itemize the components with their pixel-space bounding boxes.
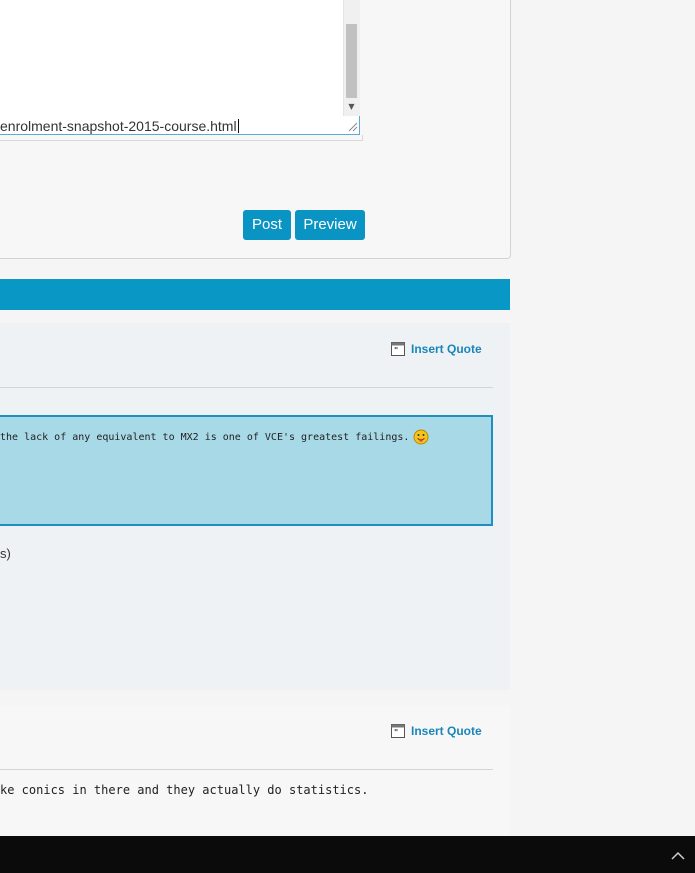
textarea-scrollbar-thumb[interactable] [346,24,357,98]
posts-header-bar [0,279,510,310]
tongue-smiley-icon [413,429,429,445]
chevron-up-icon[interactable] [668,846,688,866]
textarea-text: enrolment-snapshot-2015-course.html [0,118,237,134]
post-container-1-edge [505,675,510,690]
post-1-divider [0,387,493,388]
post-button[interactable]: Post [243,210,291,240]
insert-quote-link-2[interactable]: " Insert Quote [391,724,482,738]
post-2-body-text: ke conics in there and they actually do … [0,783,369,797]
insert-quote-icon: " [391,724,405,738]
svg-text:": " [394,346,398,355]
svg-text:": " [394,728,398,737]
insert-quote-icon: " [391,342,405,356]
quote-text: the lack of any equivalent to MX2 is one… [0,431,410,443]
textarea-text-line: enrolment-snapshot-2015-course.html [0,118,239,134]
insert-quote-link-1[interactable]: " Insert Quote [391,342,482,356]
quote-text-line: the lack of any equivalent to MX2 is one… [0,429,429,445]
bottom-bar [0,836,695,873]
post-1-text-fragment: s) [0,546,11,561]
textarea-shadow [0,135,363,141]
post-2-divider [0,769,493,770]
scroll-down-arrow-icon[interactable]: ▼ [346,102,357,112]
resize-grip-icon[interactable] [346,120,358,132]
insert-quote-label-2: Insert Quote [411,724,482,738]
preview-button[interactable]: Preview [295,210,365,240]
insert-quote-label-1: Insert Quote [411,342,482,356]
text-caret [237,119,239,133]
message-textarea[interactable] [0,0,360,135]
